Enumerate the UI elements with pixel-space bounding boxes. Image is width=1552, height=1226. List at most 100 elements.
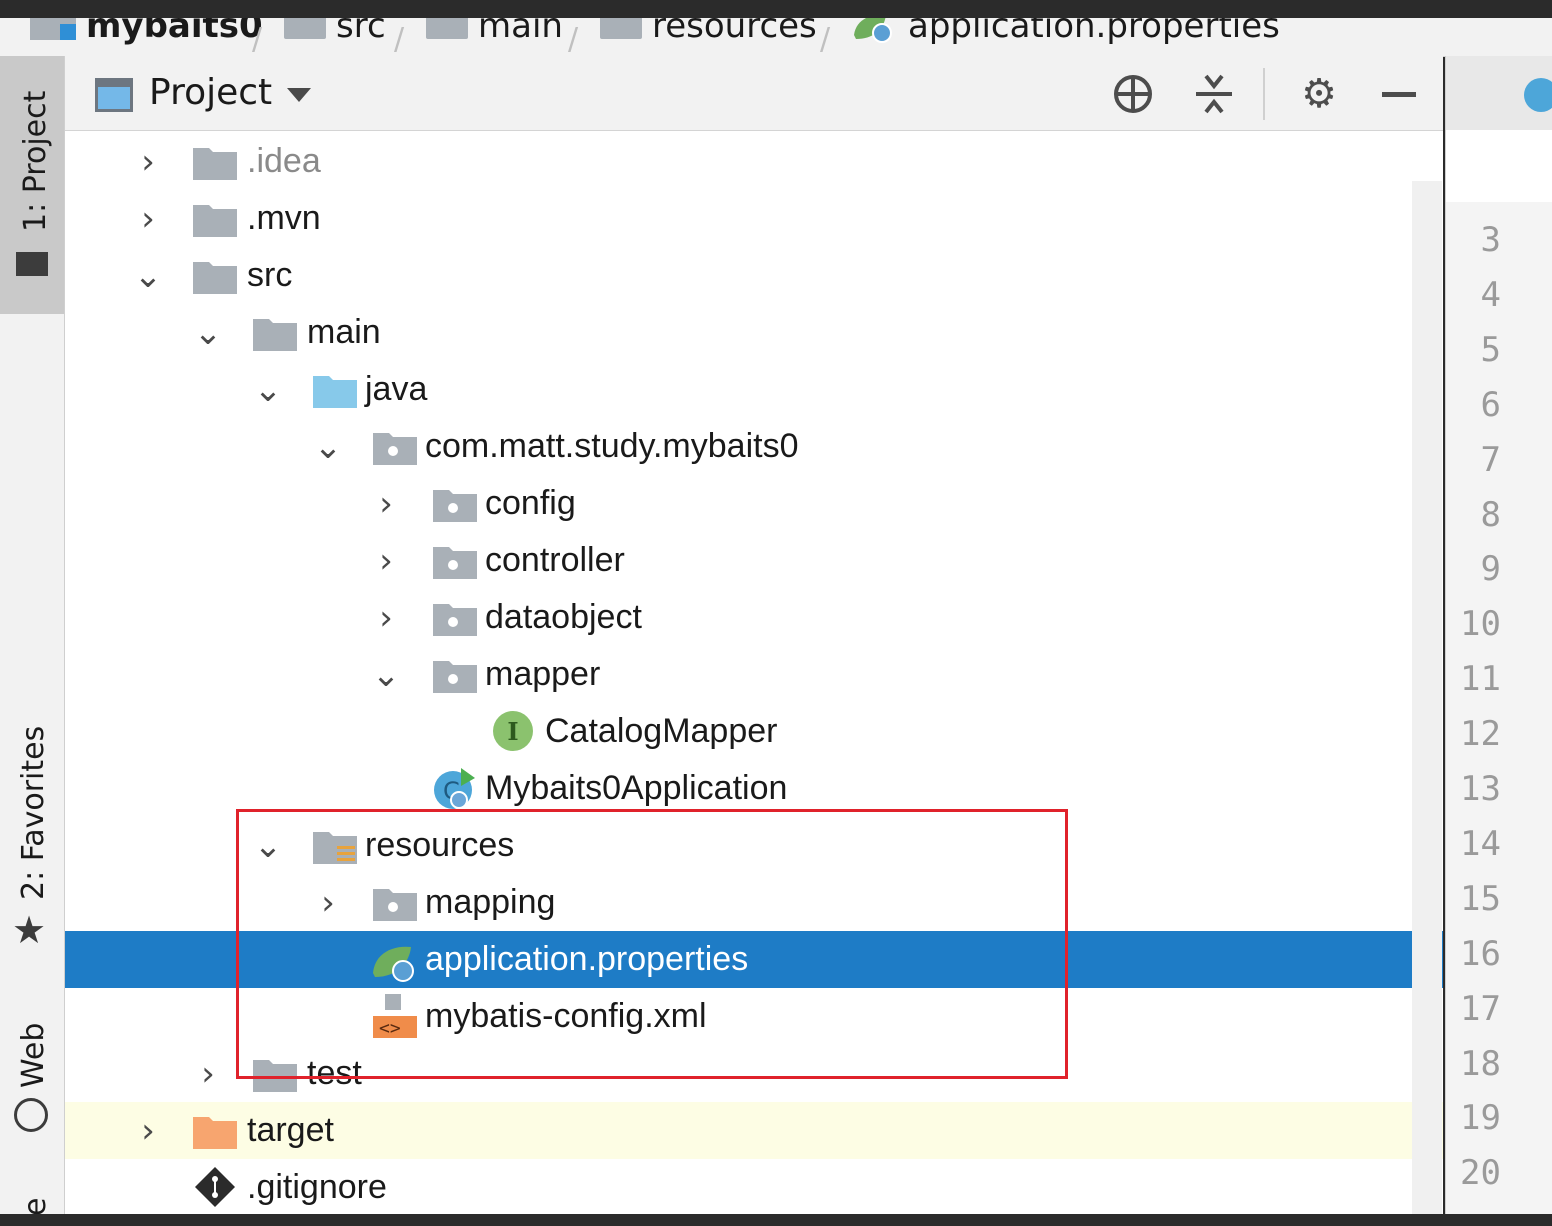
settings-button[interactable]: ⚙ — [1295, 70, 1343, 118]
line-number: 20 — [1460, 1153, 1501, 1194]
tree-item-mybaits0application[interactable]: C Mybaits0Application — [65, 760, 1443, 817]
window-top-strip — [0, 0, 1552, 18]
tool-tab-web-label: Web — [16, 1022, 51, 1088]
spring-boot-class-icon: C — [434, 768, 475, 809]
folder-icon — [193, 261, 237, 294]
chevron-down-icon[interactable]: ⌄ — [253, 370, 283, 410]
folder-icon — [253, 318, 297, 351]
tree-item-application-properties[interactable]: application.properties — [65, 931, 1443, 988]
line-number: 7 — [1480, 439, 1501, 480]
folder-icon — [284, 18, 326, 39]
editor-tab-bar — [1446, 56, 1552, 131]
hide-panel-button[interactable] — [1375, 70, 1423, 118]
tree-item-gitignore[interactable]: .gitignore — [65, 1159, 1443, 1216]
collapse-all-icon — [1196, 74, 1232, 114]
tool-tab-favorites[interactable]: 2: Favorites ★ — [0, 716, 64, 956]
breadcrumb-item-file[interactable]: application.properties — [852, 18, 1280, 46]
line-number: 8 — [1480, 494, 1501, 535]
project-panel-toolbar: Project ⚙ — [65, 56, 1443, 131]
resources-folder-icon — [313, 831, 357, 864]
chevron-down-icon[interactable]: ⌄ — [371, 655, 401, 695]
line-number: 11 — [1460, 659, 1501, 700]
tree-item-main[interactable]: ⌄ main — [65, 304, 1443, 361]
tree-item-package[interactable]: ⌄ com.matt.study.mybaits0 — [65, 418, 1443, 475]
tree-item-test[interactable]: › test — [65, 1045, 1443, 1102]
package-icon — [373, 888, 417, 921]
chevron-down-icon[interactable]: ⌄ — [193, 313, 223, 353]
tree-item-mybatis-config[interactable]: <> mybatis-config.xml — [65, 988, 1443, 1045]
tool-tab-web[interactable]: Web — [0, 1006, 64, 1146]
line-number: 10 — [1460, 604, 1501, 645]
interface-icon: I — [493, 711, 533, 751]
line-number-gutter: 3 4 5 6 7 8 9 10 11 12 13 14 15 16 17 18 19 20 — [1446, 202, 1552, 1214]
breadcrumb-item-module[interactable]: mybaits0 — [30, 18, 263, 46]
chevron-down-icon[interactable]: ⌄ — [133, 256, 163, 296]
chevron-right-icon[interactable]: › — [371, 541, 401, 581]
spring-properties-icon — [373, 946, 414, 982]
tree-item-java[interactable]: ⌄ java — [65, 361, 1443, 418]
window-bottom-strip — [0, 1214, 1552, 1226]
tool-tab-favorites-label: 2: Favorites — [16, 725, 51, 900]
line-number: 13 — [1460, 769, 1501, 809]
chevron-right-icon[interactable]: › — [133, 1111, 163, 1151]
breadcrumb-item-resources[interactable]: resources — [600, 18, 817, 46]
tree-item-mapper[interactable]: ⌄ mapper — [65, 646, 1443, 703]
line-number: 19 — [1460, 1098, 1501, 1139]
folder-icon — [16, 252, 48, 276]
package-icon — [433, 603, 477, 636]
line-number: 3 — [1480, 220, 1501, 260]
line-number: 4 — [1480, 274, 1501, 315]
tree-item-config[interactable]: › config — [65, 475, 1443, 532]
line-number: 9 — [1480, 549, 1501, 590]
tree-item-catalogmapper[interactable]: I CatalogMapper — [65, 703, 1443, 760]
tree-item-target[interactable]: › target — [65, 1102, 1443, 1159]
tree-item-resources[interactable]: ⌄ resources — [65, 817, 1443, 874]
resources-folder-icon — [600, 18, 642, 39]
chevron-right-icon[interactable]: › — [371, 484, 401, 524]
git-icon — [195, 1167, 235, 1207]
line-number: 18 — [1460, 1043, 1501, 1084]
project-panel: Project ⚙ › .idea › .mvn ⌄ src ⌄ main ⌄ … — [65, 56, 1443, 1214]
star-icon: ★ — [12, 908, 47, 952]
project-view-title[interactable]: Project — [149, 72, 272, 113]
tool-tab-project[interactable]: 1: Project — [0, 56, 64, 314]
folder-icon — [193, 204, 237, 237]
tree-item-src[interactable]: ⌄ src — [65, 247, 1443, 304]
module-icon — [30, 18, 76, 40]
package-icon — [373, 432, 417, 465]
chevron-right-icon[interactable]: › — [371, 598, 401, 638]
gear-icon: ⚙ — [1301, 71, 1337, 117]
chevron-down-icon[interactable]: ⌄ — [313, 427, 343, 467]
tree-item-idea[interactable]: › .idea — [65, 133, 1443, 190]
tree-item-mvn[interactable]: › .mvn — [65, 190, 1443, 247]
line-number: 12 — [1460, 714, 1501, 755]
chevron-down-icon[interactable] — [287, 88, 311, 102]
breadcrumb-separator: / — [252, 22, 263, 57]
line-number: 17 — [1460, 988, 1501, 1029]
tree-item-mapping[interactable]: › mapping — [65, 874, 1443, 931]
folder-icon — [253, 1059, 297, 1092]
breadcrumb-item-main[interactable]: main — [426, 18, 563, 46]
chevron-right-icon[interactable]: › — [193, 1054, 223, 1094]
editor-top-strip — [1446, 130, 1552, 203]
package-icon — [433, 546, 477, 579]
chevron-down-icon[interactable]: ⌄ — [253, 826, 283, 866]
chevron-right-icon[interactable]: › — [133, 199, 163, 239]
source-folder-icon — [313, 375, 357, 408]
spring-properties-icon — [854, 18, 892, 43]
class-file-icon[interactable] — [1524, 78, 1552, 112]
collapse-all-button[interactable] — [1190, 70, 1238, 118]
line-number: 15 — [1460, 878, 1501, 919]
package-icon — [433, 660, 477, 693]
package-icon — [433, 489, 477, 522]
tree-scrollbar[interactable] — [1412, 181, 1442, 1214]
breadcrumb: mybaits0 / src / main / resources / appl… — [0, 18, 1552, 57]
locate-file-button[interactable] — [1109, 70, 1157, 118]
editor-area: 3 4 5 6 7 8 9 10 11 12 13 14 15 16 17 18 19 20 — [1445, 56, 1552, 1214]
breadcrumb-item-src[interactable]: src — [284, 18, 386, 46]
chevron-right-icon[interactable]: › — [313, 883, 343, 923]
project-view-icon — [95, 78, 133, 112]
tree-item-controller[interactable]: › controller — [65, 532, 1443, 589]
chevron-right-icon[interactable]: › — [133, 142, 163, 182]
tree-item-dataobject[interactable]: › dataobject — [65, 589, 1443, 646]
